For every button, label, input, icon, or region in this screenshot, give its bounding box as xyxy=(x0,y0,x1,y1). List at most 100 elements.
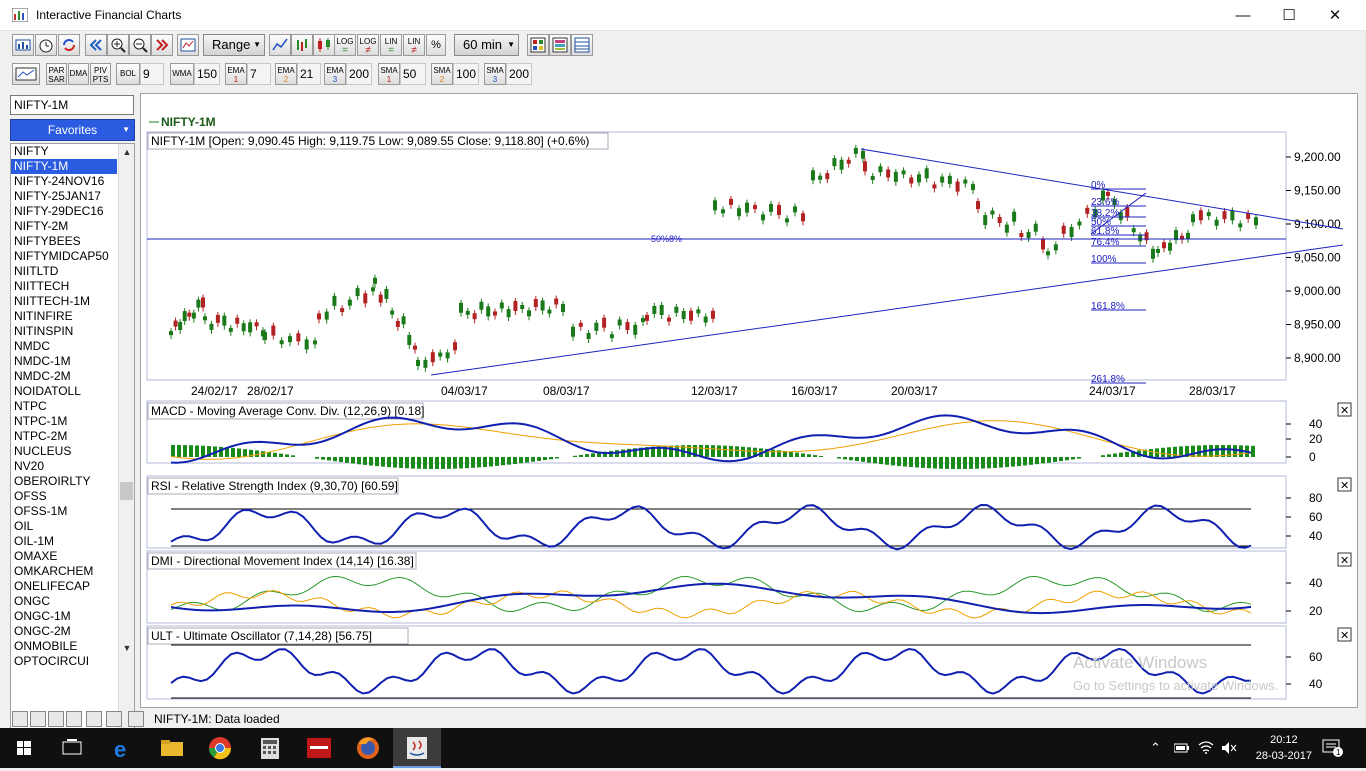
symbol-list-item[interactable]: ONELIFECAP xyxy=(11,579,117,594)
symbol-list-item[interactable]: NIITTECH-1M xyxy=(11,294,117,309)
symbol-list-item[interactable]: NMDC-1M xyxy=(11,354,117,369)
java-app-icon[interactable] xyxy=(393,728,441,768)
color-grid-icon[interactable] xyxy=(527,34,549,56)
favorites-dropdown[interactable]: Favorites ▼ xyxy=(10,119,135,141)
ema1-value[interactable]: 7 xyxy=(247,63,271,85)
app-red-icon[interactable] xyxy=(295,728,343,768)
symbol-input[interactable]: NIFTY-1M xyxy=(10,95,134,115)
delete-drawing-icon[interactable] xyxy=(86,711,102,727)
symbol-list-item[interactable]: NIFTY-1M xyxy=(11,159,117,174)
refresh-icon[interactable] xyxy=(58,34,80,56)
firefox-icon[interactable] xyxy=(344,728,392,768)
sma1-value[interactable]: 50 xyxy=(400,63,426,85)
screenshot-icon[interactable] xyxy=(128,711,144,727)
sma2-button[interactable]: SMA 2 xyxy=(431,63,453,85)
symbol-list-item[interactable]: ONGC xyxy=(11,594,117,609)
symbol-list-item[interactable]: NIFTY-25JAN17 xyxy=(11,189,117,204)
symbol-list-item[interactable]: ONGC-1M xyxy=(11,609,117,624)
symbol-list-item[interactable]: NTPC xyxy=(11,399,117,414)
symbol-list-item[interactable]: OIL xyxy=(11,519,117,534)
symbol-list-item[interactable]: NIITLTD xyxy=(11,264,117,279)
indicator-chart-icon[interactable] xyxy=(12,63,40,85)
edge-icon[interactable]: e xyxy=(100,728,148,768)
fit-icon[interactable] xyxy=(106,711,122,727)
scroll-left-icon[interactable] xyxy=(85,34,107,56)
symbol-list-item[interactable]: OBEROIRLTY xyxy=(11,474,117,489)
symbol-list-item[interactable]: NIFTY-24NOV16 xyxy=(11,174,117,189)
chrome-icon[interactable] xyxy=(196,728,244,768)
symbol-list-item[interactable]: NTPC-2M xyxy=(11,429,117,444)
scroll-right-icon[interactable] xyxy=(151,34,173,56)
chevron-up-icon[interactable]: ⌃ xyxy=(1150,740,1161,756)
symbol-list-item[interactable]: OIL-1M xyxy=(11,534,117,549)
bar-chart-icon[interactable] xyxy=(291,34,313,56)
symbol-list-item[interactable]: NMDC-2M xyxy=(11,369,117,384)
range-dropdown[interactable]: Range ▼ xyxy=(203,34,265,56)
symbol-list-item[interactable]: NOIDATOLL xyxy=(11,384,117,399)
macd-close-button[interactable]: ✕ xyxy=(1337,402,1352,417)
timer-icon[interactable] xyxy=(35,34,57,56)
print-icon[interactable] xyxy=(66,711,82,727)
interval-dropdown[interactable]: 60 min ▼ xyxy=(454,34,519,56)
open-folder-icon[interactable] xyxy=(12,711,28,727)
chart-settings-icon[interactable] xyxy=(12,34,34,56)
percent-button[interactable]: % xyxy=(426,34,446,56)
symbol-list-item[interactable]: NIITTECH xyxy=(11,279,117,294)
rsi-close-button[interactable]: ✕ xyxy=(1337,477,1352,492)
bol-value[interactable]: 9 xyxy=(140,63,164,85)
chart-canvas[interactable]: NIFTY-1M NIFTY-1M [Open: 9,090.45 High: … xyxy=(141,94,1357,707)
symbol-list-item[interactable]: OMAXE xyxy=(11,549,117,564)
symbol-list-item[interactable]: NIFTYBEES xyxy=(11,234,117,249)
wifi-icon[interactable] xyxy=(1198,740,1214,754)
chart-window-icon[interactable] xyxy=(177,34,199,56)
symbol-list-item[interactable]: NIFTY-2M xyxy=(11,219,117,234)
start-button[interactable] xyxy=(0,728,48,768)
ema2-value[interactable]: 21 xyxy=(297,63,321,85)
sma3-button[interactable]: SMA 3 xyxy=(484,63,506,85)
symbol-list-item[interactable]: NITINFIRE xyxy=(11,309,117,324)
ema3-button[interactable]: EMA 3 xyxy=(324,63,346,85)
symbol-list-item[interactable]: NUCLEUS xyxy=(11,444,117,459)
ema1-button[interactable]: EMA 1 xyxy=(225,63,247,85)
symbol-list-item[interactable]: NV20 xyxy=(11,459,117,474)
sma3-value[interactable]: 200 xyxy=(506,63,532,85)
log-notequal-button[interactable]: LOG ≠ xyxy=(357,34,379,56)
ult-close-button[interactable]: ✕ xyxy=(1337,627,1352,642)
lin-equal-button[interactable]: LIN = xyxy=(380,34,402,56)
volume-icon[interactable] xyxy=(1221,741,1237,755)
scrollbar-thumb[interactable] xyxy=(120,482,133,500)
symbol-list[interactable]: NIFTY NIFTY-1M NIFTY-24NOV16 NIFTY-25JAN17 N… xyxy=(10,143,135,755)
color-palette-icon[interactable] xyxy=(549,34,571,56)
clock[interactable]: 20:12 28-03-2017 xyxy=(1256,732,1312,764)
symbol-list-item[interactable]: NITINSPIN xyxy=(11,324,117,339)
zoom-in-icon[interactable] xyxy=(107,34,129,56)
sma2-value[interactable]: 100 xyxy=(453,63,479,85)
minimize-button[interactable]: — xyxy=(1220,0,1266,31)
task-view-icon[interactable] xyxy=(48,728,96,768)
symbol-list-scrollbar[interactable]: ▲ ▼ xyxy=(118,144,134,754)
close-button[interactable]: ✕ xyxy=(1312,0,1358,31)
save-icon[interactable] xyxy=(30,711,46,727)
log-equal-button[interactable]: LOG = xyxy=(334,34,356,56)
symbol-list-item[interactable]: OMKARCHEM xyxy=(11,564,117,579)
wma-button[interactable]: WMA xyxy=(170,63,194,85)
symbol-list-item[interactable]: NIFTY xyxy=(11,144,117,159)
symbol-list-item[interactable]: NIFTY-29DEC16 xyxy=(11,204,117,219)
symbol-list-item[interactable]: OFSS-1M xyxy=(11,504,117,519)
pivot-points-button[interactable]: PIV PTS xyxy=(90,63,111,85)
layout-icon[interactable] xyxy=(571,34,593,56)
symbol-list-item[interactable]: OPTOCIRCUI xyxy=(11,654,117,669)
chart-area[interactable]: NIFTY-1M NIFTY-1M [Open: 9,090.45 High: … xyxy=(140,93,1358,708)
bol-button[interactable]: BOL xyxy=(116,63,140,85)
scroll-up-icon[interactable]: ▲ xyxy=(119,144,134,160)
symbol-list-item[interactable]: NMDC xyxy=(11,339,117,354)
symbol-list-item[interactable]: OFSS xyxy=(11,489,117,504)
sma1-button[interactable]: SMA 1 xyxy=(378,63,400,85)
wma-value[interactable]: 150 xyxy=(194,63,220,85)
maximize-button[interactable]: ☐ xyxy=(1266,0,1312,31)
ema3-value[interactable]: 200 xyxy=(346,63,372,85)
draw-tool-icon[interactable] xyxy=(48,711,64,727)
candlestick-icon[interactable] xyxy=(313,34,335,56)
scroll-down-icon[interactable]: ▼ xyxy=(119,640,134,656)
symbol-list-item[interactable]: NIFTYMIDCAP50 xyxy=(11,249,117,264)
